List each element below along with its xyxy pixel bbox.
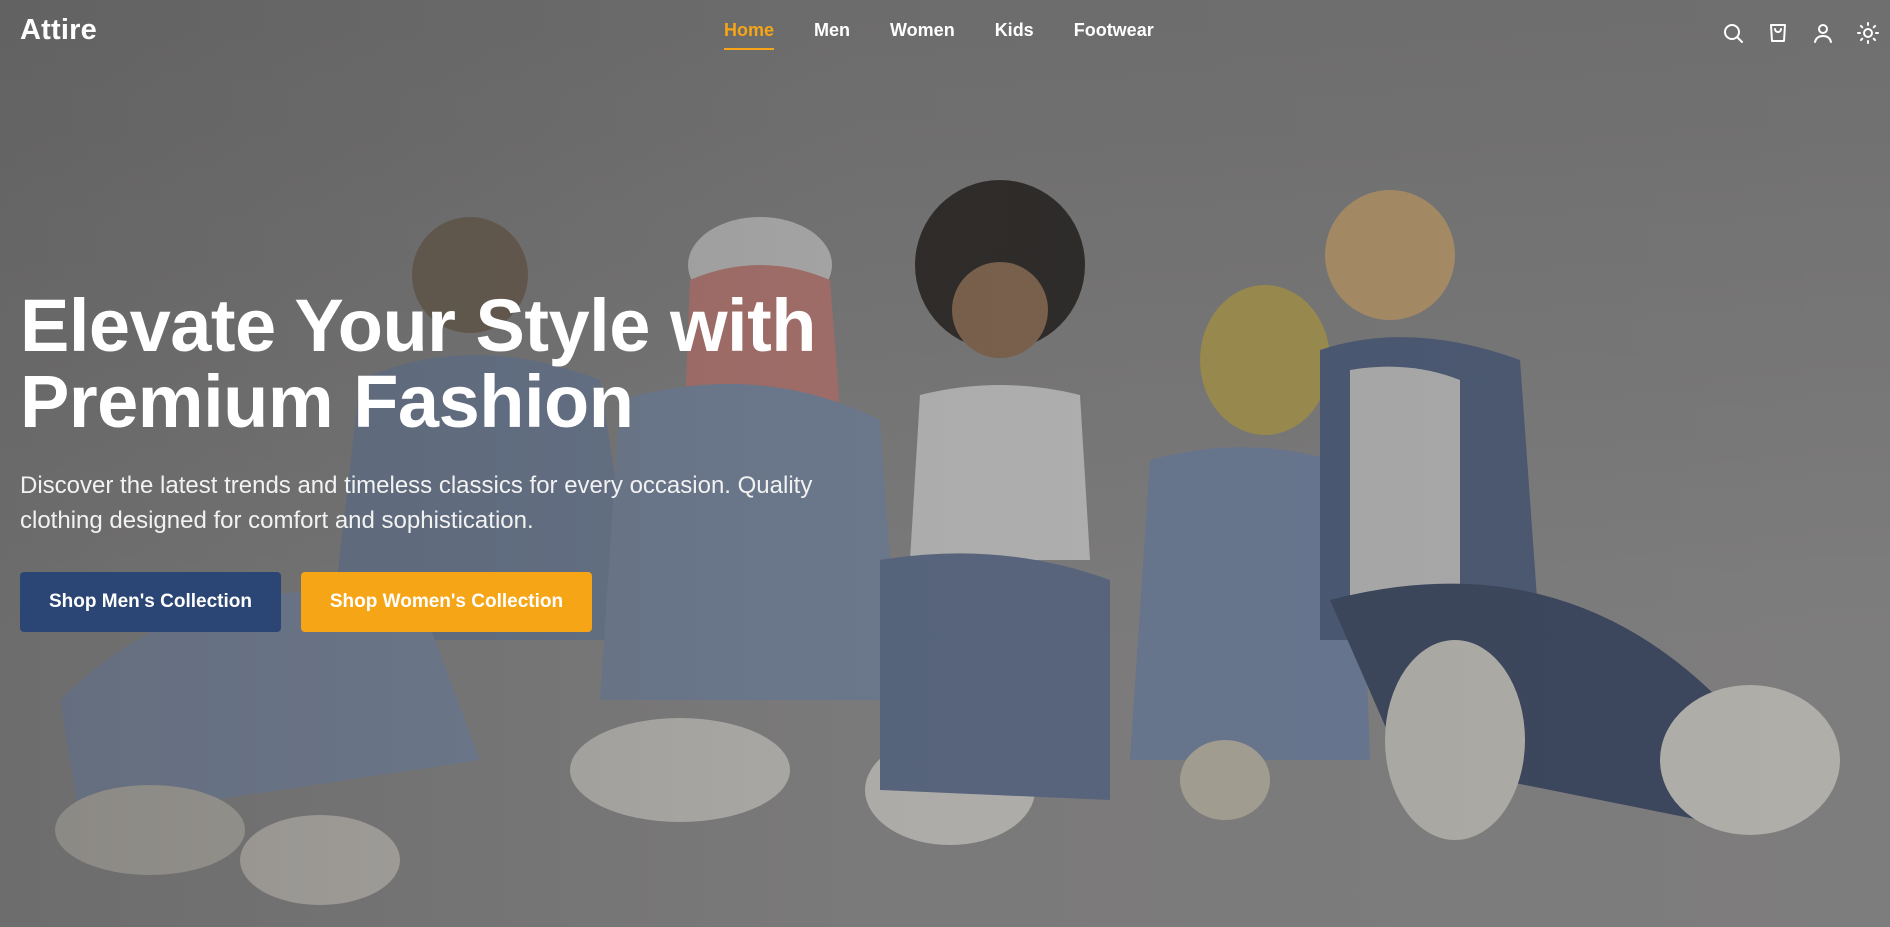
- site-header: Attire Home Men Women Kids Footwear: [0, 0, 1890, 66]
- nav-item-kids[interactable]: Kids: [975, 20, 1054, 41]
- cart-icon: [1769, 24, 1786, 42]
- account-button[interactable]: [1800, 18, 1845, 48]
- search-button[interactable]: [1710, 18, 1755, 48]
- theme-toggle-button[interactable]: [1845, 18, 1890, 48]
- user-icon: [1813, 24, 1832, 43]
- hero-title-line-2: Premium Fashion: [20, 360, 634, 443]
- nav-item-women[interactable]: Women: [870, 20, 975, 41]
- hero-section: Attire Home Men Women Kids Footwear Elev…: [0, 0, 1890, 927]
- shop-men-button[interactable]: Shop Men's Collection: [20, 572, 281, 632]
- nav-item-men[interactable]: Men: [794, 20, 870, 41]
- search-icon: [1723, 24, 1743, 43]
- theme-toggle-icon: [1856, 22, 1879, 44]
- header-actions: [1710, 18, 1890, 48]
- hero-title: Elevate Your Style with Premium Fashion: [20, 288, 900, 440]
- nav-item-footwear[interactable]: Footwear: [1054, 20, 1174, 41]
- hero-cta-group: Shop Men's Collection Shop Women's Colle…: [20, 572, 900, 632]
- nav-item-home[interactable]: Home: [704, 20, 794, 50]
- cart-button[interactable]: [1755, 18, 1800, 48]
- main-nav: Home Men Women Kids Footwear: [704, 20, 1174, 50]
- hero-subtitle: Discover the latest trends and timeless …: [20, 472, 813, 534]
- hero-title-line-1: Elevate Your Style with: [20, 284, 816, 367]
- hero-content: Elevate Your Style with Premium Fashion …: [20, 288, 900, 632]
- shop-women-button[interactable]: Shop Women's Collection: [301, 572, 592, 632]
- brand-logo[interactable]: Attire: [20, 14, 97, 47]
